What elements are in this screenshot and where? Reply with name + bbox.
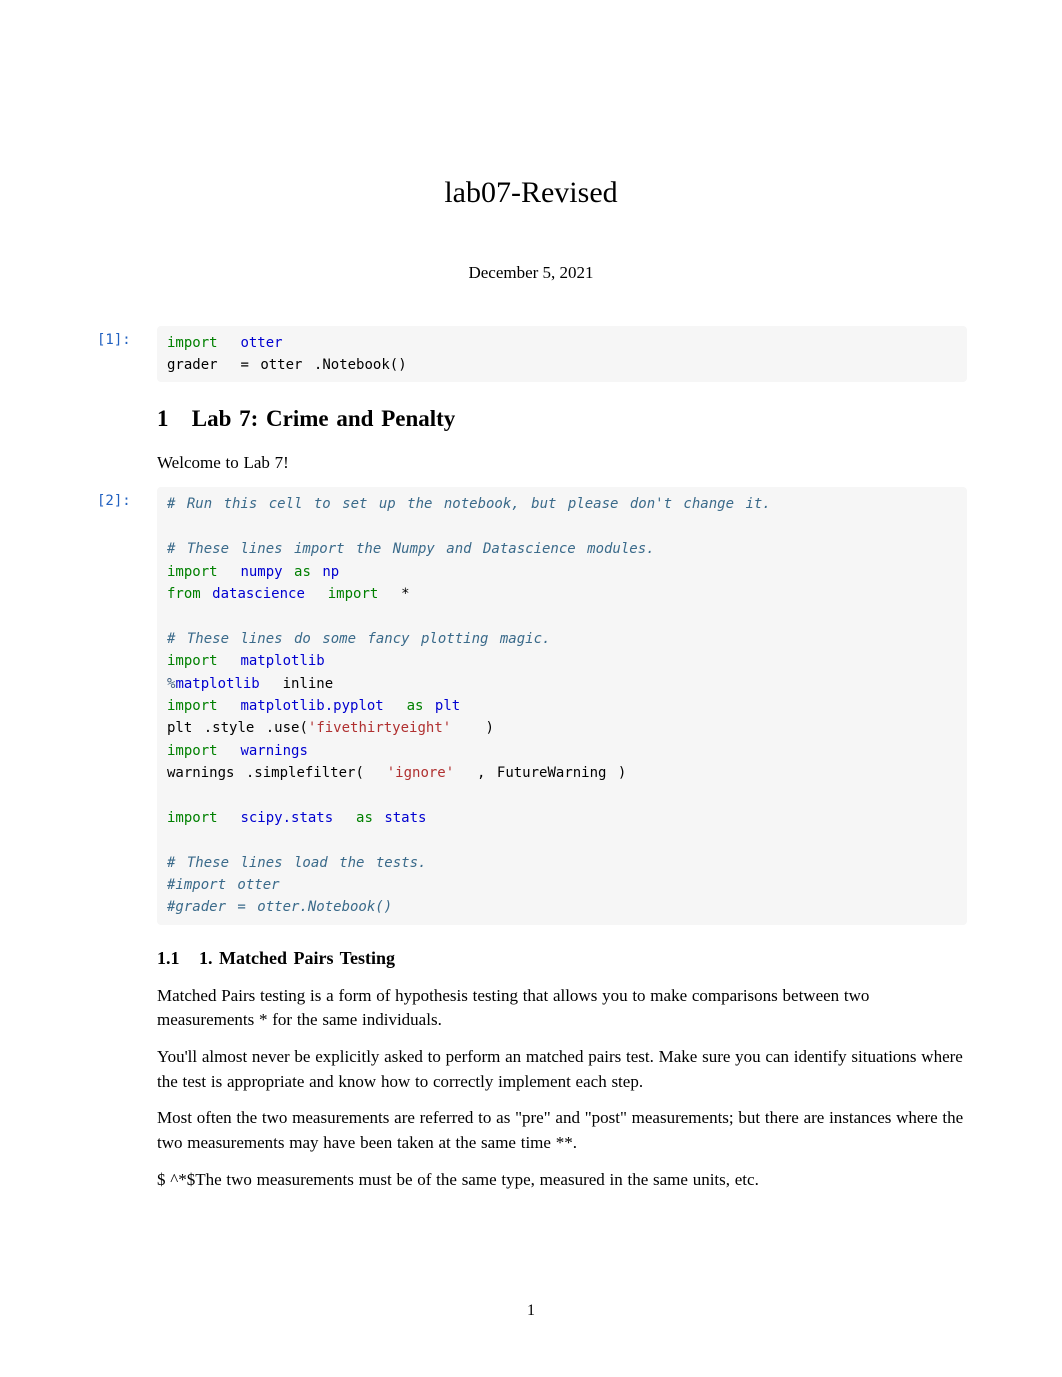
mod: scipy.stats [240,810,333,826]
mod: numpy [240,564,282,580]
comment: # These lines do some fancy plotting mag… [167,631,550,647]
magic-cmd: matplotlib [175,676,259,692]
id: Notebook() [322,357,406,373]
op: = [240,357,248,373]
mod: warnings [240,743,307,759]
kw: import [328,586,379,602]
comment: #import otter [167,877,280,893]
id: warnings [167,765,234,781]
prompt-1: [1]: [95,326,157,383]
id: otter [249,357,303,373]
comment: #grader = otter.Notebook() [167,899,392,915]
welcome-text: Welcome to Lab 7! [157,451,967,476]
alias: stats [384,810,426,826]
alias: plt [435,698,460,714]
section-heading-2: 1.1 1. Matched Pairs Testing [157,945,967,972]
code-cell-1: [1]: import otter grader = otter .Notebo… [95,326,967,383]
document-title: lab07-Revised [95,170,967,215]
id: grader [167,357,229,373]
mod: otter [240,335,282,351]
subsection-num: 1.1 [157,948,180,968]
code-1: import otter grader = otter .Notebook() [157,326,967,383]
paragraph-3: Most often the two measurements are refe… [157,1106,967,1155]
paragraph-1: Matched Pairs testing is a form of hypot… [157,984,967,1033]
string: 'fivethirtyeight' [308,720,451,736]
kw: import [167,564,218,580]
id: , FutureWarning ) [477,765,626,781]
section-num: 1 [157,406,169,431]
kw: import [167,335,218,351]
code-cell-2: [2]: # Run this cell to set up the noteb… [95,487,967,924]
document-date: December 5, 2021 [95,260,967,286]
paragraph-4: $ ^*$The two measurements must be of the… [157,1168,967,1193]
id: style [212,720,254,736]
comment: # Run this cell to set up the notebook, … [167,496,771,512]
kw: as [407,698,424,714]
section-heading-1: 1 Lab 7: Crime and Penalty [157,402,967,437]
kw: import [167,698,218,714]
kw: as [356,810,373,826]
kw: import [167,810,218,826]
string: 'ignore' [387,765,454,781]
kw: as [294,564,311,580]
id: plt [167,720,192,736]
prompt-2: [2]: [95,487,157,924]
comment: # These lines load the tests. [167,855,426,871]
id: simplefilter( [254,765,364,781]
page-number: 1 [0,1299,1062,1323]
kw: import [167,653,218,669]
alias: np [322,564,339,580]
comment: # These lines import the Numpy and Datas… [167,541,655,557]
subsection-title: 1. Matched Pairs Testing [199,948,395,968]
star: * [401,586,409,602]
mod: matplotlib [240,653,324,669]
section-title: Lab 7: Crime and Penalty [192,406,456,431]
id: ) [485,720,493,736]
mod: datascience [212,586,305,602]
paragraph-2: You'll almost never be explicitly asked … [157,1045,967,1094]
kw: import [167,743,218,759]
mod: matplotlib.pyplot [240,698,383,714]
id: use( [274,720,308,736]
kw: from [167,586,201,602]
magic-arg: inline [283,676,334,692]
code-2: # Run this cell to set up the notebook, … [157,487,967,924]
